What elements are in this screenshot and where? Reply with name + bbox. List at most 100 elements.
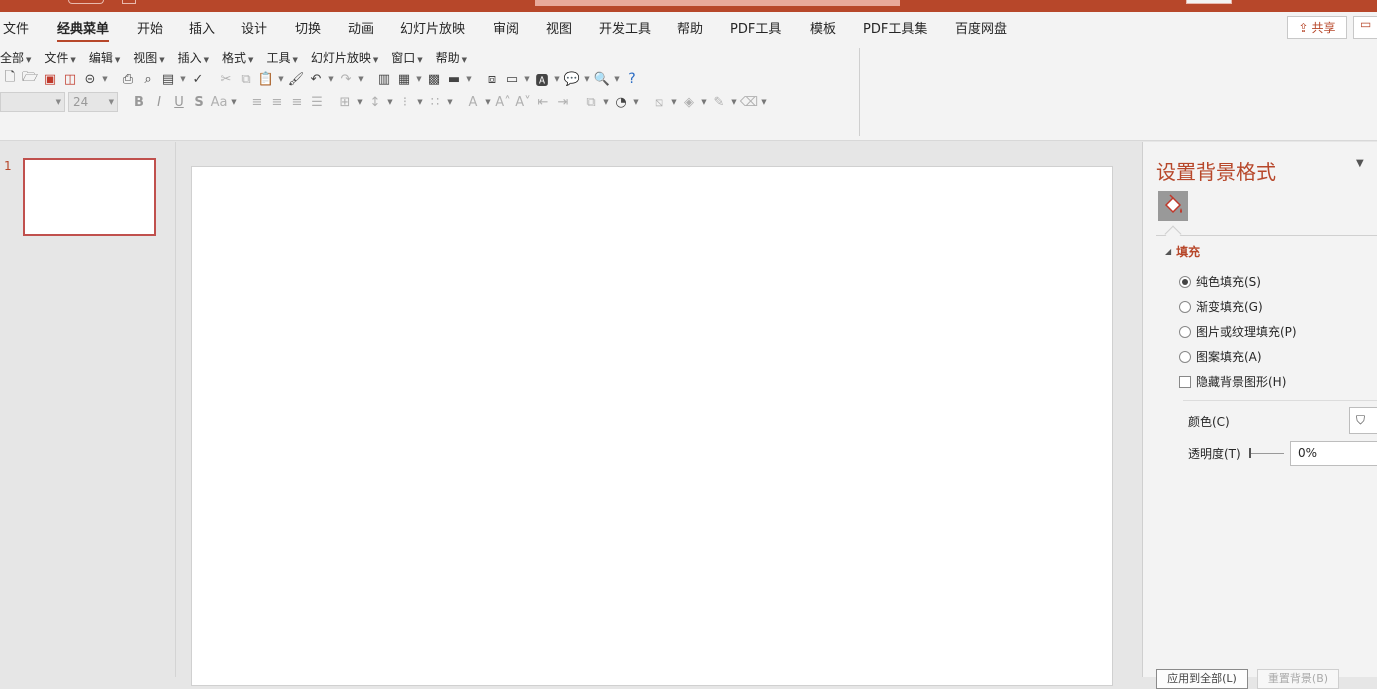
color-picker-button[interactable]: ⛉ bbox=[1349, 407, 1377, 434]
picture-fill-radio[interactable] bbox=[1179, 325, 1191, 338]
chevron-down-icon[interactable]: ▼ bbox=[669, 93, 679, 111]
menu-insert[interactable]: 插入 ▼ bbox=[178, 49, 209, 66]
picture-icon[interactable]: ▩ bbox=[424, 70, 444, 88]
hide-background-graphics-option[interactable]: 隐藏背景图形(H) bbox=[1179, 373, 1286, 390]
fill-tab-button[interactable] bbox=[1158, 191, 1188, 221]
picture-fill-option[interactable]: 图片或纹理填充(P) bbox=[1179, 323, 1297, 340]
chevron-down-icon[interactable]: ▼ bbox=[100, 70, 110, 88]
font-size-select[interactable]: 24 ▼ bbox=[68, 92, 118, 112]
tab-5[interactable]: 切换 bbox=[295, 18, 321, 37]
chevron-down-icon[interactable]: ▼ bbox=[552, 70, 562, 88]
increase-font-icon[interactable]: A˄ bbox=[493, 93, 513, 111]
decrease-font-icon[interactable]: A˅ bbox=[513, 93, 533, 111]
save-as-icon[interactable]: ◫ bbox=[60, 70, 80, 88]
comments-button[interactable]: ▭ bbox=[1353, 16, 1377, 39]
reset-background-button[interactable]: 重置背景(B) bbox=[1257, 669, 1339, 689]
transparency-slider[interactable] bbox=[1248, 446, 1284, 460]
transparency-input[interactable]: 0% bbox=[1290, 441, 1377, 466]
tab-3[interactable]: 插入 bbox=[189, 18, 215, 37]
tab-1[interactable]: 经典菜单 bbox=[57, 18, 110, 42]
chevron-down-icon[interactable]: ▼ bbox=[522, 70, 532, 88]
chevron-down-icon[interactable]: ▼ bbox=[445, 93, 455, 111]
slide-layout-icon[interactable]: ▭ bbox=[502, 70, 522, 88]
arrange-icon[interactable]: ⧉ bbox=[581, 93, 601, 111]
pattern-fill-option[interactable]: 图案填充(A) bbox=[1179, 348, 1262, 365]
chevron-down-icon[interactable]: ▼ bbox=[699, 93, 709, 111]
spelling-icon[interactable]: ✓ bbox=[188, 70, 208, 88]
tab-9[interactable]: 视图 bbox=[546, 18, 572, 37]
align-left-icon[interactable]: ≡ bbox=[247, 93, 267, 111]
line-spacing-icon[interactable]: ↕ bbox=[365, 93, 385, 111]
print-preview-icon[interactable]: ⌕ bbox=[138, 70, 158, 88]
gradient-fill-radio[interactable] bbox=[1179, 300, 1191, 313]
redo-icon[interactable]: ↷ bbox=[336, 70, 356, 88]
new-slide-icon[interactable]: ⧈ bbox=[482, 70, 502, 88]
chevron-down-icon[interactable]: ▼ bbox=[229, 93, 239, 111]
shapes-icon[interactable]: ◔ bbox=[611, 93, 631, 111]
menu-help[interactable]: 帮助 ▼ bbox=[436, 49, 467, 66]
chevron-down-icon[interactable]: ▼ bbox=[414, 70, 424, 88]
menu-edit[interactable]: 编辑 ▼ bbox=[89, 49, 120, 66]
tab-11[interactable]: 帮助 bbox=[677, 18, 703, 37]
bold-icon[interactable]: B bbox=[129, 93, 149, 111]
solid-fill-radio[interactable] bbox=[1179, 275, 1191, 288]
shape-outline-icon[interactable]: ✎ bbox=[709, 93, 729, 111]
chevron-down-icon[interactable]: ▼ bbox=[582, 70, 592, 88]
eraser-icon[interactable]: ⌫ bbox=[739, 93, 759, 111]
permission-icon[interactable]: ⊝ bbox=[80, 70, 100, 88]
chevron-down-icon[interactable]: ▼ bbox=[464, 70, 474, 88]
menu-file[interactable]: 文件 ▼ bbox=[44, 49, 75, 66]
tab-15[interactable]: 百度网盘 bbox=[955, 18, 1007, 37]
chart-icon[interactable]: ▥ bbox=[374, 70, 394, 88]
help-icon[interactable]: ? bbox=[622, 70, 642, 88]
chevron-down-icon[interactable]: ▼ bbox=[356, 70, 366, 88]
menu-all[interactable]: 全部 ▼ bbox=[0, 49, 31, 66]
apply-to-all-button[interactable]: 应用到全部(L) bbox=[1156, 669, 1248, 689]
font-name-select[interactable]: ▼ bbox=[0, 92, 65, 112]
menu-slideshow[interactable]: 幻灯片放映 ▼ bbox=[311, 49, 378, 66]
menu-format[interactable]: 格式 ▼ bbox=[222, 49, 253, 66]
layout-icon[interactable]: ▤ bbox=[158, 70, 178, 88]
chevron-down-icon[interactable]: ▼ bbox=[483, 93, 493, 111]
tab-12[interactable]: PDF工具 bbox=[730, 18, 781, 37]
shadow-icon[interactable]: S bbox=[189, 93, 209, 111]
paste-icon[interactable]: 📋 bbox=[256, 70, 276, 88]
chevron-down-icon[interactable]: ▼ bbox=[326, 70, 336, 88]
chevron-down-icon[interactable]: ▼ bbox=[385, 93, 395, 111]
numbering-icon[interactable]: ⁝ bbox=[395, 93, 415, 111]
print-icon[interactable]: ⎙ bbox=[118, 70, 138, 88]
bullets-icon[interactable]: ∷ bbox=[425, 93, 445, 111]
tab-4[interactable]: 设计 bbox=[241, 18, 267, 37]
table-icon[interactable]: ▦ bbox=[394, 70, 414, 88]
solid-fill-option[interactable]: 纯色填充(S) bbox=[1179, 273, 1261, 290]
decrease-indent-icon[interactable]: ⇤ bbox=[533, 93, 553, 111]
chevron-down-icon[interactable]: ▼ bbox=[276, 70, 286, 88]
chevron-down-icon[interactable]: ▼ bbox=[729, 93, 739, 111]
tab-2[interactable]: 开始 bbox=[137, 18, 163, 37]
background-icon[interactable]: ▬ bbox=[444, 70, 464, 88]
open-folder-icon[interactable]: 🗁 bbox=[20, 70, 40, 88]
save-icon[interactable]: ▣ bbox=[40, 70, 60, 88]
comment-icon[interactable]: 💬 bbox=[562, 70, 582, 88]
tab-7[interactable]: 幻灯片放映 bbox=[400, 18, 465, 37]
tab-14[interactable]: PDF工具集 bbox=[863, 18, 927, 37]
tab-6[interactable]: 动画 bbox=[348, 18, 374, 37]
menu-window[interactable]: 窗口 ▼ bbox=[391, 49, 422, 66]
undo-icon[interactable]: ↶ bbox=[306, 70, 326, 88]
tab-8[interactable]: 审阅 bbox=[493, 18, 519, 37]
chevron-down-icon[interactable]: ▼ bbox=[612, 70, 622, 88]
chevron-down-icon[interactable]: ▼ bbox=[631, 93, 641, 111]
tab-10[interactable]: 开发工具 bbox=[599, 18, 651, 37]
chevron-down-icon[interactable]: ▼ bbox=[601, 93, 611, 111]
section-fill-header[interactable]: ◢ 填充 bbox=[1165, 243, 1200, 260]
shape-fill-icon[interactable]: ◈ bbox=[679, 93, 699, 111]
text-box-icon[interactable]: 🅰 bbox=[532, 70, 552, 89]
tab-0[interactable]: 文件 bbox=[3, 18, 29, 37]
text-direction-icon[interactable]: ⊞ bbox=[335, 93, 355, 111]
chevron-down-icon[interactable]: ▼ bbox=[759, 93, 769, 111]
search-box[interactable] bbox=[535, 0, 900, 6]
copy-icon[interactable]: ⧉ bbox=[236, 70, 256, 88]
tab-13[interactable]: 模板 bbox=[810, 18, 836, 37]
justify-icon[interactable]: ☰ bbox=[307, 93, 327, 111]
pane-options-chevron-icon[interactable]: ▼ bbox=[1356, 158, 1364, 169]
